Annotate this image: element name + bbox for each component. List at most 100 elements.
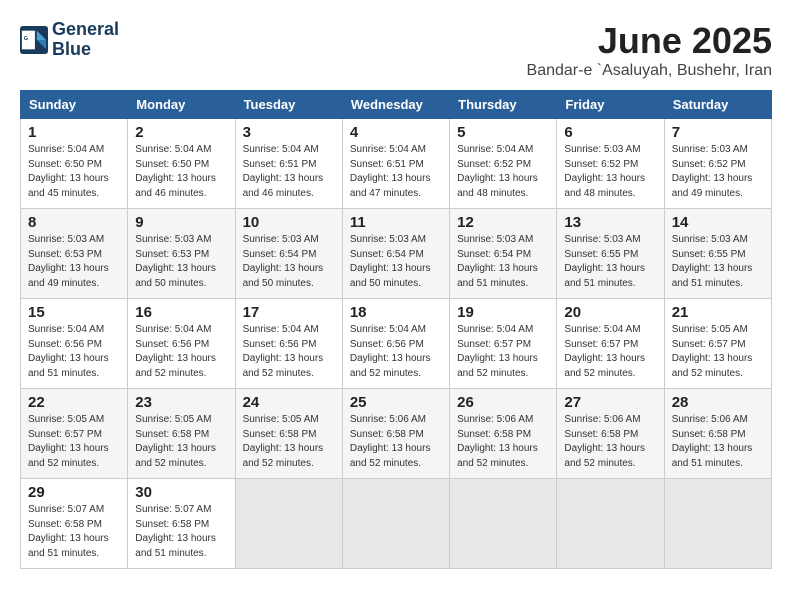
day-number: 22 (28, 394, 120, 411)
day-info: Sunrise: 5:04 AMSunset: 6:57 PMDaylight:… (457, 323, 549, 381)
header-thursday: Thursday (450, 91, 557, 119)
calendar-week-2: 8 Sunrise: 5:03 AMSunset: 6:53 PMDaylight… (21, 209, 772, 299)
day-number: 1 (28, 124, 120, 141)
day-info: Sunrise: 5:04 AMSunset: 6:51 PMDaylight:… (243, 143, 335, 201)
day-number: 25 (350, 394, 442, 411)
header-sunday: Sunday (21, 91, 128, 119)
day-number: 26 (457, 394, 549, 411)
day-number: 13 (564, 214, 656, 231)
page-header: G General Blue June 2025 Bandar-e `Asalu… (20, 20, 772, 80)
calendar-cell: 16 Sunrise: 5:04 AMSunset: 6:56 PMDayligh… (128, 299, 235, 389)
calendar-table: SundayMondayTuesdayWednesdayThursdayFrid… (20, 90, 772, 569)
day-info: Sunrise: 5:05 AMSunset: 6:58 PMDaylight:… (243, 413, 335, 471)
calendar-cell: 24 Sunrise: 5:05 AMSunset: 6:58 PMDayligh… (235, 389, 342, 479)
header-monday: Monday (128, 91, 235, 119)
day-info: Sunrise: 5:04 AMSunset: 6:51 PMDaylight:… (350, 143, 442, 201)
calendar-cell: 23 Sunrise: 5:05 AMSunset: 6:58 PMDayligh… (128, 389, 235, 479)
calendar-cell: 4 Sunrise: 5:04 AMSunset: 6:51 PMDaylight… (342, 119, 449, 209)
header-saturday: Saturday (664, 91, 771, 119)
day-info: Sunrise: 5:07 AMSunset: 6:58 PMDaylight:… (135, 503, 227, 561)
month-title: June 2025 (527, 20, 772, 62)
calendar-cell: 2 Sunrise: 5:04 AMSunset: 6:50 PMDaylight… (128, 119, 235, 209)
calendar-week-3: 15 Sunrise: 5:04 AMSunset: 6:56 PMDayligh… (21, 299, 772, 389)
calendar-cell: 13Sunrise: 5:03 AMSunset: 6:55 PMDayligh… (557, 209, 664, 299)
day-info: Sunrise: 5:03 AMSunset: 6:54 PMDaylight:… (350, 233, 442, 291)
day-number: 11 (350, 214, 442, 231)
header-wednesday: Wednesday (342, 91, 449, 119)
day-info: Sunrise: 5:04 AMSunset: 6:50 PMDaylight:… (135, 143, 227, 201)
calendar-cell: 26 Sunrise: 5:06 AMSunset: 6:58 PMDayligh… (450, 389, 557, 479)
calendar-cell: 5Sunrise: 5:04 AMSunset: 6:52 PMDaylight… (450, 119, 557, 209)
day-info: Sunrise: 5:04 AMSunset: 6:56 PMDaylight:… (243, 323, 335, 381)
day-number: 2 (135, 124, 227, 141)
location-subtitle: Bandar-e `Asaluyah, Bushehr, Iran (527, 62, 772, 80)
calendar-cell: 9 Sunrise: 5:03 AMSunset: 6:53 PMDaylight… (128, 209, 235, 299)
calendar-cell (557, 479, 664, 569)
day-number: 19 (457, 304, 549, 321)
svg-text:G: G (24, 36, 28, 42)
day-number: 8 (28, 214, 120, 231)
day-info: Sunrise: 5:07 AMSunset: 6:58 PMDaylight:… (28, 503, 120, 561)
calendar-cell: 6 Sunrise: 5:03 AMSunset: 6:52 PMDaylight… (557, 119, 664, 209)
day-info: Sunrise: 5:05 AMSunset: 6:57 PMDaylight:… (672, 323, 764, 381)
day-info: Sunrise: 5:06 AMSunset: 6:58 PMDaylight:… (457, 413, 549, 471)
calendar-cell (450, 479, 557, 569)
calendar-cell: 18 Sunrise: 5:04 AMSunset: 6:56 PMDayligh… (342, 299, 449, 389)
day-number: 4 (350, 124, 442, 141)
calendar-cell: 12 Sunrise: 5:03 AMSunset: 6:54 PMDayligh… (450, 209, 557, 299)
day-number: 16 (135, 304, 227, 321)
calendar-cell: 8 Sunrise: 5:03 AMSunset: 6:53 PMDaylight… (21, 209, 128, 299)
calendar-cell: 11 Sunrise: 5:03 AMSunset: 6:54 PMDayligh… (342, 209, 449, 299)
day-info: Sunrise: 5:03 AMSunset: 6:52 PMDaylight:… (564, 143, 656, 201)
calendar-cell: 19 Sunrise: 5:04 AMSunset: 6:57 PMDayligh… (450, 299, 557, 389)
day-number: 21 (672, 304, 764, 321)
calendar-cell: 22 Sunrise: 5:05 AMSunset: 6:57 PMDayligh… (21, 389, 128, 479)
calendar-cell: 10 Sunrise: 5:03 AMSunset: 6:54 PMDayligh… (235, 209, 342, 299)
day-info: Sunrise: 5:03 AMSunset: 6:53 PMDaylight:… (28, 233, 120, 291)
calendar-cell: 20Sunrise: 5:04 AMSunset: 6:57 PMDayligh… (557, 299, 664, 389)
calendar-cell: 3 Sunrise: 5:04 AMSunset: 6:51 PMDaylight… (235, 119, 342, 209)
day-info: Sunrise: 5:06 AMSunset: 6:58 PMDaylight:… (350, 413, 442, 471)
day-info: Sunrise: 5:03 AMSunset: 6:53 PMDaylight:… (135, 233, 227, 291)
calendar-cell: 25 Sunrise: 5:06 AMSunset: 6:58 PMDayligh… (342, 389, 449, 479)
calendar-week-1: 1 Sunrise: 5:04 AMSunset: 6:50 PMDaylight… (21, 119, 772, 209)
day-info: Sunrise: 5:04 AMSunset: 6:57 PMDaylight:… (564, 323, 656, 381)
day-info: Sunrise: 5:05 AMSunset: 6:58 PMDaylight:… (135, 413, 227, 471)
day-info: Sunrise: 5:04 AMSunset: 6:50 PMDaylight:… (28, 143, 120, 201)
day-number: 18 (350, 304, 442, 321)
day-info: Sunrise: 5:05 AMSunset: 6:57 PMDaylight:… (28, 413, 120, 471)
day-info: Sunrise: 5:04 AMSunset: 6:56 PMDaylight:… (350, 323, 442, 381)
day-info: Sunrise: 5:03 AMSunset: 6:52 PMDaylight:… (672, 143, 764, 201)
day-number: 15 (28, 304, 120, 321)
day-number: 6 (564, 124, 656, 141)
day-number: 27 (564, 394, 656, 411)
calendar-cell (342, 479, 449, 569)
calendar-cell: 21 Sunrise: 5:05 AMSunset: 6:57 PMDayligh… (664, 299, 771, 389)
calendar-cell: 15Sunrise: 5:04 AMSunset: 6:56 PMDayligh… (21, 299, 128, 389)
logo-icon: G (20, 26, 48, 54)
calendar-cell: 29 Sunrise: 5:07 AMSunset: 6:58 PMDayligh… (21, 479, 128, 569)
calendar-cell: 7Sunrise: 5:03 AMSunset: 6:52 PMDaylight… (664, 119, 771, 209)
day-number: 29 (28, 484, 120, 501)
calendar-week-4: 22 Sunrise: 5:05 AMSunset: 6:57 PMDayligh… (21, 389, 772, 479)
day-number: 5 (457, 124, 549, 141)
calendar-week-5: 29 Sunrise: 5:07 AMSunset: 6:58 PMDayligh… (21, 479, 772, 569)
day-number: 17 (243, 304, 335, 321)
day-number: 3 (243, 124, 335, 141)
day-number: 10 (243, 214, 335, 231)
day-number: 14 (672, 214, 764, 231)
day-info: Sunrise: 5:04 AMSunset: 6:56 PMDaylight:… (135, 323, 227, 381)
calendar-cell: 17 Sunrise: 5:04 AMSunset: 6:56 PMDayligh… (235, 299, 342, 389)
day-number: 28 (672, 394, 764, 411)
day-number: 9 (135, 214, 227, 231)
calendar-cell (235, 479, 342, 569)
day-number: 23 (135, 394, 227, 411)
day-info: Sunrise: 5:06 AMSunset: 6:58 PMDaylight:… (672, 413, 764, 471)
day-number: 24 (243, 394, 335, 411)
calendar-cell: 28 Sunrise: 5:06 AMSunset: 6:58 PMDayligh… (664, 389, 771, 479)
header-tuesday: Tuesday (235, 91, 342, 119)
day-info: Sunrise: 5:03 AMSunset: 6:54 PMDaylight:… (457, 233, 549, 291)
day-number: 12 (457, 214, 549, 231)
calendar-cell: 27Sunrise: 5:06 AMSunset: 6:58 PMDayligh… (557, 389, 664, 479)
day-info: Sunrise: 5:03 AMSunset: 6:54 PMDaylight:… (243, 233, 335, 291)
